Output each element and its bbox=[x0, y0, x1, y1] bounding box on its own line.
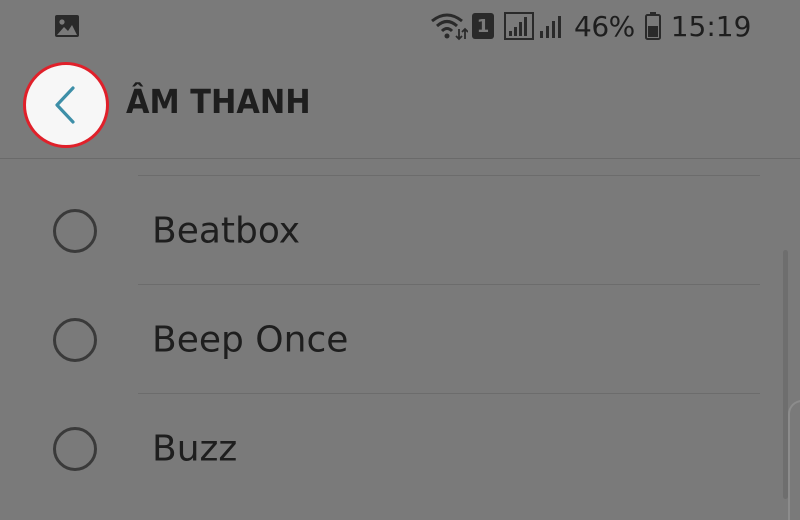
row-divider bbox=[138, 393, 760, 394]
row-divider bbox=[138, 175, 760, 176]
list-item[interactable]: Beep Once bbox=[0, 286, 770, 394]
app-header: ÂM THANH bbox=[0, 52, 800, 158]
image-icon bbox=[55, 15, 79, 37]
sound-label: Beatbox bbox=[152, 210, 301, 252]
battery-percentage: 46% bbox=[574, 9, 635, 43]
sim-slot-badge: 1 bbox=[472, 13, 494, 39]
list-item[interactable]: Buzz bbox=[0, 395, 770, 503]
clock: 15:19 bbox=[670, 9, 752, 43]
status-indicators: 1 46% 15:19 bbox=[430, 6, 751, 46]
page-title: ÂM THANH bbox=[126, 82, 311, 121]
list-item[interactable]: Beatbox bbox=[0, 177, 770, 285]
radio-button[interactable] bbox=[53, 427, 97, 471]
radio-button[interactable] bbox=[53, 209, 97, 253]
sound-label: Buzz bbox=[152, 428, 238, 470]
signal-strength-icon-secondary bbox=[540, 16, 561, 38]
radio-button[interactable] bbox=[53, 318, 97, 362]
screen-edge bbox=[788, 400, 800, 520]
sound-label: Beep Once bbox=[152, 319, 349, 361]
signal-strength-icon bbox=[504, 12, 534, 40]
chevron-left-icon bbox=[55, 86, 75, 124]
wifi-icon bbox=[431, 13, 468, 41]
status-bar: 1 46% 15:19 bbox=[0, 0, 800, 52]
back-button[interactable] bbox=[23, 62, 109, 148]
row-divider bbox=[138, 284, 760, 285]
battery-icon bbox=[644, 12, 661, 40]
sound-list: Beatbox Beep Once Buzz bbox=[0, 159, 800, 499]
